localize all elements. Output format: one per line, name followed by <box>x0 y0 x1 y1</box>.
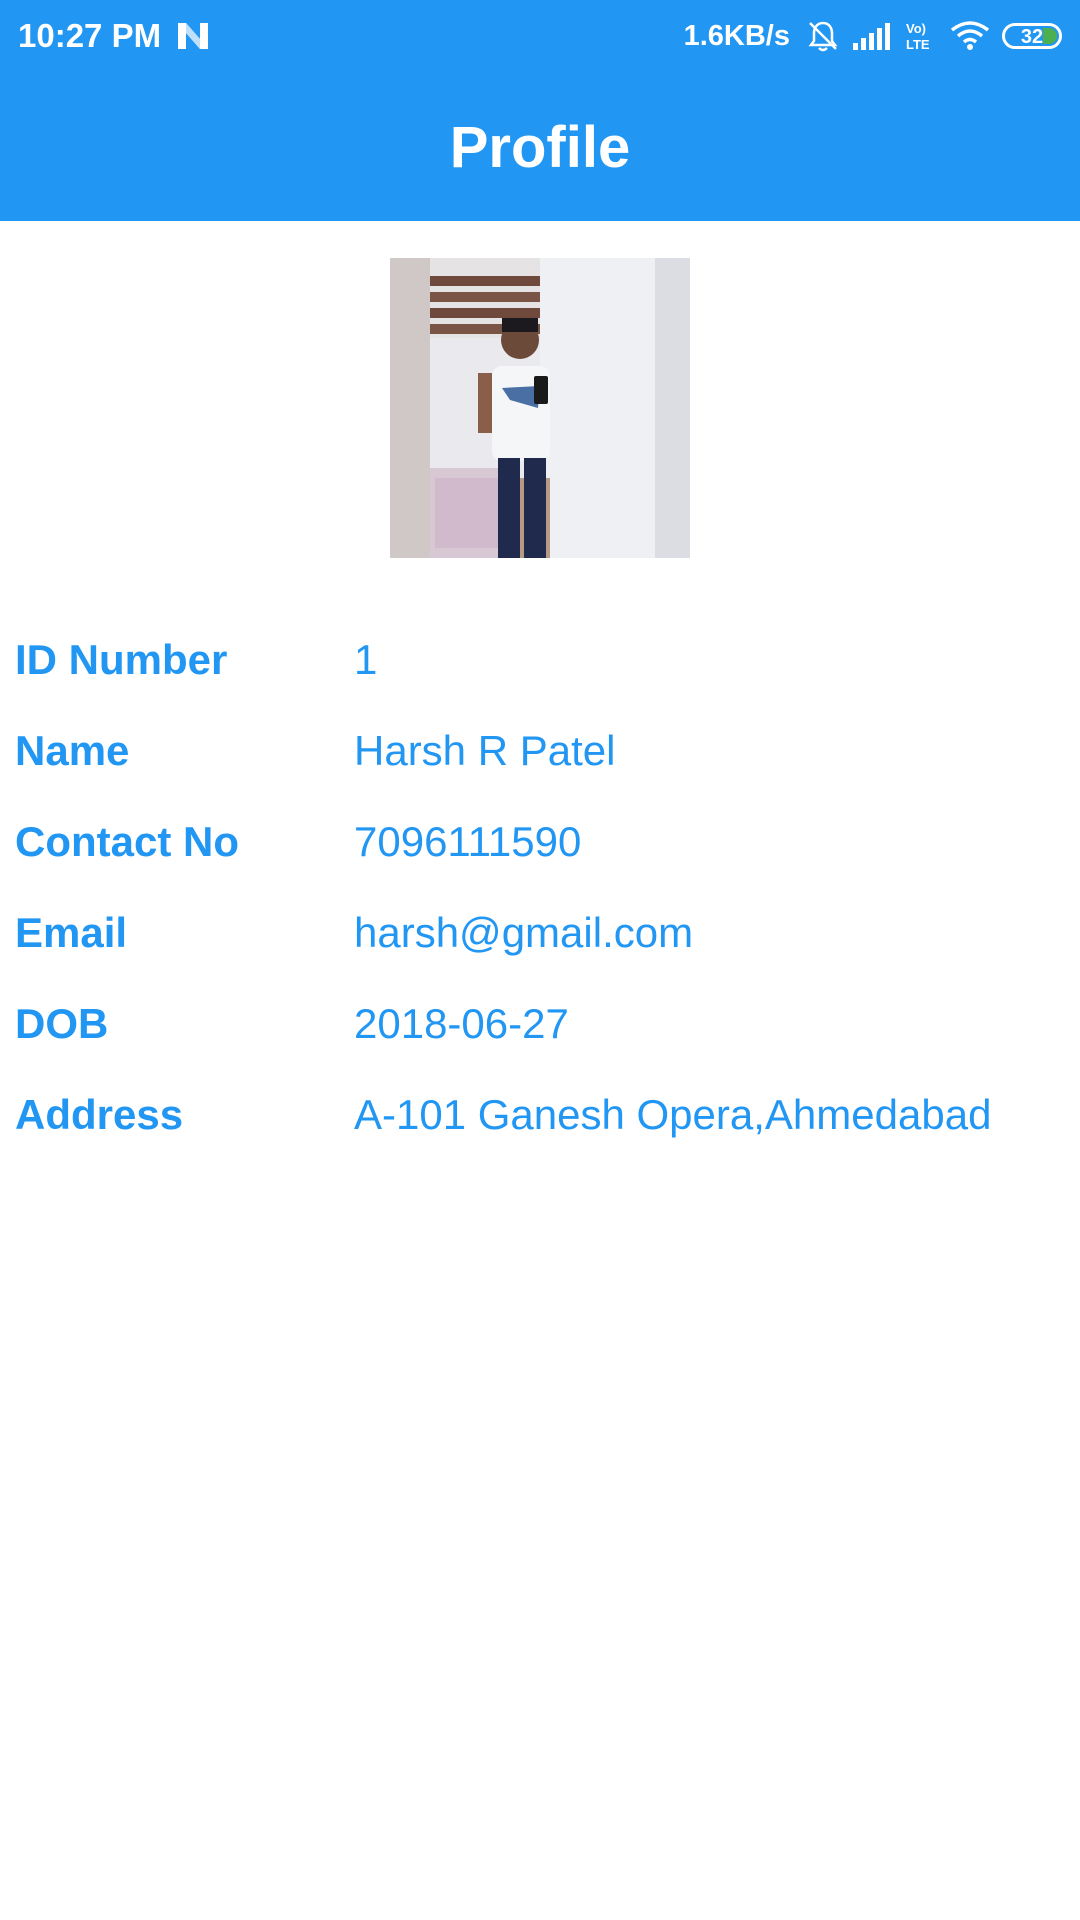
field-label: Address <box>15 1091 184 1138</box>
profile-row-dob: DOB 2018-06-27 <box>0 994 1080 1054</box>
field-value: 2018-06-27 <box>354 1000 569 1047</box>
app-bar: 10:27 PM 1.6KB/s Vo) LTE 32 Profile <box>0 0 1080 221</box>
status-time: 10:27 PM <box>18 17 162 54</box>
field-label: DOB <box>15 1000 109 1047</box>
field-label: ID Number <box>15 636 228 683</box>
profile-row-contact-no: Contact No 7096111590 <box>0 812 1080 872</box>
profile-row-name: Name Harsh R Patel <box>0 721 1080 781</box>
profile-photo <box>390 258 690 558</box>
field-label: Name <box>15 727 130 774</box>
network-speed: 1.6KB/s <box>683 19 790 52</box>
field-value: harsh@gmail.com <box>354 909 694 956</box>
bell-muted-icon <box>808 21 838 52</box>
profile-photo-image <box>390 258 690 558</box>
field-label: Contact No <box>15 818 239 865</box>
profile-row-address: Address A-101 Ganesh Opera,Ahmedabad <box>0 1085 1080 1145</box>
signal-icon <box>853 23 890 50</box>
wifi-icon <box>950 21 990 50</box>
volte-icon: Vo) LTE <box>906 21 930 52</box>
status-icons: 1.6KB/s Vo) LTE 32 <box>684 16 1062 56</box>
profile-row-id-number: ID Number 1 <box>0 630 1080 690</box>
svg-text:LTE: LTE <box>906 37 930 52</box>
battery-icon: 32 <box>1002 23 1062 49</box>
status-bar: 10:27 PM 1.6KB/s Vo) LTE 32 <box>0 0 1080 72</box>
battery-level: 32 <box>1020 26 1044 48</box>
field-value: 7096111590 <box>354 818 582 865</box>
svg-text:Vo): Vo) <box>906 21 926 36</box>
field-label: Email <box>15 909 128 956</box>
page-title: Profile <box>449 115 631 180</box>
notification-n-icon <box>178 23 208 49</box>
profile-row-email: Email harsh@gmail.com <box>0 903 1080 963</box>
field-value: 1 <box>354 636 378 683</box>
field-value: A-101 Ganesh Opera,Ahmedabad <box>354 1091 992 1138</box>
field-value: Harsh R Patel <box>354 727 616 774</box>
